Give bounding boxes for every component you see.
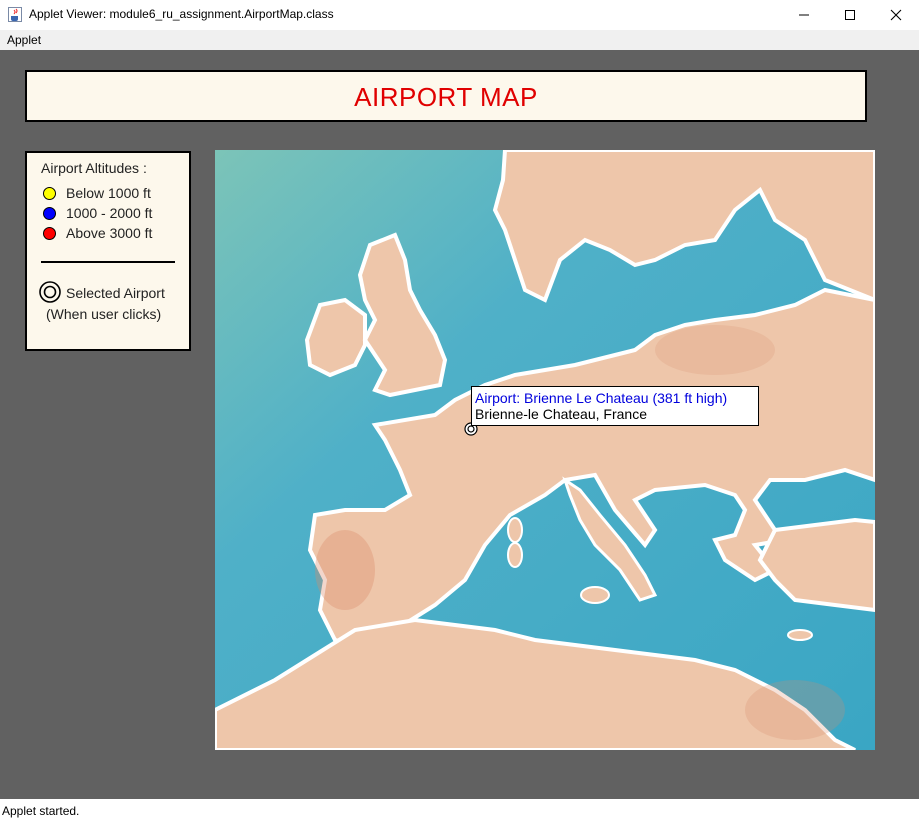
title-bar: Applet Viewer: module6_ru_assignment.Air… (0, 0, 919, 30)
map-image (215, 150, 875, 750)
tooltip-location: Brienne-le Chateau, France (475, 406, 647, 422)
java-cup-icon (8, 7, 22, 22)
window-title: Applet Viewer: module6_ru_assignment.Air… (29, 7, 334, 21)
selected-airport-icon (39, 281, 61, 303)
legend-panel: Airport Altitudes : Below 1000 ft 1000 -… (25, 151, 191, 351)
minimize-icon (799, 14, 809, 16)
header-panel: AIRPORT MAP (25, 70, 867, 122)
applet-canvas: AIRPORT MAP Airport Altitudes : Below 10… (0, 50, 919, 799)
maximize-button[interactable] (827, 0, 873, 30)
menu-bar: Applet (0, 30, 919, 50)
selected-airport-hint: (When user clicks) (46, 306, 162, 322)
page-title: AIRPORT MAP (354, 82, 538, 112)
selected-airport-label: Selected Airport (66, 285, 165, 301)
menu-applet[interactable]: Applet (7, 33, 41, 47)
legend-title: Airport Altitudes : (41, 160, 147, 176)
close-icon (890, 9, 902, 21)
tooltip-airport-name: Airport: Brienne Le Chateau (381 ft high… (475, 390, 728, 406)
red-dot-icon (43, 227, 56, 240)
minimize-button[interactable] (781, 0, 827, 30)
legend-label: Below 1000 ft (66, 185, 151, 201)
blue-dot-icon (43, 207, 56, 220)
legend-label: Above 3000 ft (66, 225, 153, 241)
legend-divider (41, 261, 175, 263)
yellow-dot-icon (43, 187, 56, 200)
maximize-icon (845, 10, 855, 20)
status-text: Applet started. (2, 804, 80, 818)
airport-tooltip: Airport: Brienne Le Chateau (381 ft high… (471, 386, 759, 426)
status-bar: Applet started. (0, 799, 919, 823)
legend-label: 1000 - 2000 ft (66, 205, 153, 221)
europe-map[interactable]: Airport: Brienne Le Chateau (381 ft high… (215, 150, 875, 750)
close-button[interactable] (873, 0, 919, 30)
